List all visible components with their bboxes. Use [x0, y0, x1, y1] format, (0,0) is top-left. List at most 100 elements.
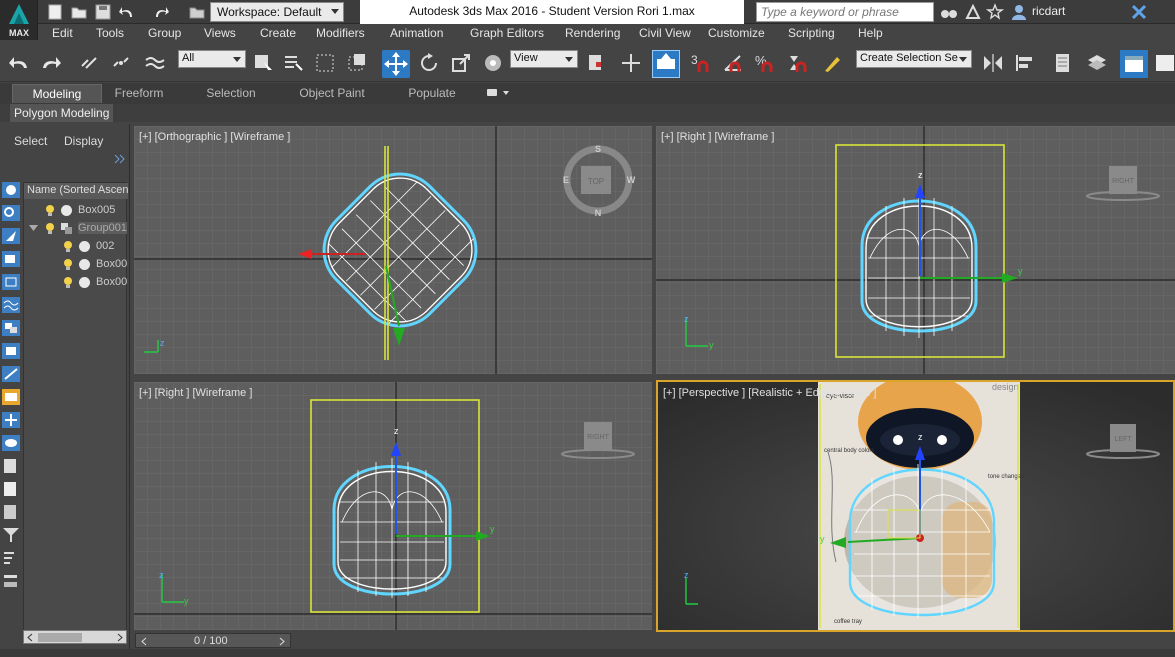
- selection-filter-dropdown[interactable]: All: [178, 50, 246, 68]
- tab-object-paint[interactable]: Object Paint: [290, 84, 374, 103]
- invert-display-icon[interactable]: [2, 504, 20, 520]
- new-file-icon[interactable]: [46, 3, 64, 21]
- list-item[interactable]: Box005: [24, 202, 126, 219]
- toggle-ribbon-button[interactable]: [1120, 50, 1148, 78]
- menu-views[interactable]: Views: [204, 26, 236, 40]
- search-input[interactable]: Type a keyword or phrase: [756, 2, 934, 22]
- menu-edit[interactable]: Edit: [52, 26, 73, 40]
- select-and-link-icon[interactable]: [78, 52, 100, 74]
- menu-help[interactable]: Help: [858, 26, 883, 40]
- visibility-lightbulb-icon[interactable]: [44, 204, 56, 217]
- tab-populate[interactable]: Populate: [396, 84, 468, 103]
- open-folder-icon[interactable]: [70, 3, 88, 21]
- menu-create[interactable]: Create: [260, 26, 296, 40]
- align-icon[interactable]: [1014, 52, 1036, 74]
- select-object-icon[interactable]: [252, 52, 274, 74]
- next-frame-icon[interactable]: [279, 637, 286, 646]
- display-bones-icon[interactable]: [2, 366, 20, 382]
- select-and-rotate-icon[interactable]: [418, 52, 440, 74]
- visibility-lightbulb-icon[interactable]: [62, 258, 74, 271]
- menu-rendering[interactable]: Rendering: [565, 26, 620, 40]
- list-item[interactable]: Group001: [24, 220, 127, 237]
- workspace-dropdown[interactable]: Workspace: Default: [210, 2, 344, 22]
- collapse-triangle-icon[interactable]: [29, 225, 38, 232]
- explorer-menu-display[interactable]: Display: [64, 134, 103, 148]
- display-cameras-icon[interactable]: [2, 251, 20, 267]
- display-all-icon[interactable]: [2, 458, 20, 474]
- window-crossing-icon[interactable]: [346, 52, 368, 74]
- perspective-viewport[interactable]: eye-visor central body colors tone chang…: [656, 380, 1175, 632]
- snaps-toggle-icon[interactable]: 3: [690, 52, 712, 74]
- app-menu-button[interactable]: MAX: [0, 0, 38, 40]
- polygon-modeling-panel-button[interactable]: Polygon Modeling: [10, 104, 114, 122]
- mirror-icon[interactable]: [982, 52, 1004, 74]
- visibility-lightbulb-icon[interactable]: [44, 222, 56, 235]
- communication-center-icon[interactable]: [964, 3, 982, 21]
- time-slider[interactable]: 0 / 100: [135, 632, 1175, 649]
- scroll-right-icon[interactable]: [116, 633, 124, 642]
- exchange-apps-icon[interactable]: [1130, 3, 1148, 21]
- scroll-left-icon[interactable]: [26, 633, 34, 642]
- curve-editor-icon[interactable]: [1154, 52, 1175, 74]
- menu-modifiers[interactable]: Modifiers: [316, 26, 365, 40]
- list-item[interactable]: 002: [24, 238, 126, 255]
- previous-frame-icon[interactable]: [140, 637, 147, 646]
- rectangular-selection-region-icon[interactable]: [314, 52, 336, 74]
- display-groups-icon[interactable]: [2, 320, 20, 336]
- project-folder-icon[interactable]: [188, 3, 206, 21]
- unlink-selection-icon[interactable]: [110, 52, 132, 74]
- spinner-snap-toggle-icon[interactable]: [786, 52, 808, 74]
- tab-selection[interactable]: Selection: [196, 84, 266, 103]
- select-dependents-icon[interactable]: [2, 573, 20, 589]
- select-and-move-button[interactable]: [382, 50, 410, 78]
- undo-icon[interactable]: [8, 52, 30, 74]
- display-none-icon[interactable]: [2, 481, 20, 497]
- angle-snap-toggle-icon[interactable]: [722, 52, 744, 74]
- display-helpers-icon[interactable]: [2, 274, 20, 290]
- pivot-point-center-icon[interactable]: [586, 52, 608, 74]
- find-case-sensitive-icon[interactable]: [2, 550, 20, 566]
- menu-graph-editors[interactable]: Graph Editors: [470, 26, 544, 40]
- menu-customize[interactable]: Customize: [708, 26, 765, 40]
- toggle-scene-explorer-icon[interactable]: [1052, 52, 1074, 74]
- time-slider-thumb[interactable]: 0 / 100: [135, 633, 291, 648]
- viewport-label-orthographic[interactable]: [+] [Orthographic ] [Wireframe ]: [139, 131, 290, 143]
- keyboard-shortcut-override-toggle[interactable]: [652, 50, 680, 78]
- ribbon-options-icon[interactable]: [486, 87, 512, 99]
- track-bar[interactable]: [0, 649, 1175, 657]
- tab-modeling[interactable]: Modeling: [12, 84, 102, 103]
- menu-animation[interactable]: Animation: [390, 26, 443, 40]
- save-icon[interactable]: [94, 3, 112, 21]
- display-frozen-icon[interactable]: [2, 412, 20, 428]
- orthographic-viewport[interactable]: TOP S N W E z [+] [Orthographic ] [Wiref…: [134, 126, 652, 374]
- viewport-label-right-bottom[interactable]: [+] [Right ] [Wireframe ]: [139, 387, 252, 399]
- visibility-lightbulb-icon[interactable]: [62, 240, 74, 253]
- display-space-warps-icon[interactable]: [2, 297, 20, 313]
- redo-icon[interactable]: [152, 3, 170, 21]
- viewport-label-perspective[interactable]: [+] [Perspective ] [Realistic + Edged Fa…: [663, 387, 876, 399]
- binoculars-icon[interactable]: [940, 3, 958, 21]
- user-icon[interactable]: [1010, 3, 1028, 21]
- percent-snap-toggle-icon[interactable]: %: [754, 52, 776, 74]
- menu-group[interactable]: Group: [148, 26, 181, 40]
- bind-to-space-warp-icon[interactable]: [144, 52, 166, 74]
- undo-icon[interactable]: [118, 3, 136, 21]
- scrollbar-thumb[interactable]: [38, 633, 82, 642]
- select-and-scale-icon[interactable]: [450, 52, 472, 74]
- display-object-xrefs-icon[interactable]: [2, 343, 20, 359]
- right-viewport-bottom[interactable]: z y RIGHT z y [+] [Right ] [Wireframe ]: [134, 382, 652, 630]
- username-label[interactable]: ricdart: [1032, 4, 1065, 18]
- reference-coordinate-dropdown[interactable]: View: [510, 50, 578, 68]
- redo-icon[interactable]: [40, 52, 62, 74]
- expand-double-chevron-icon[interactable]: [114, 154, 126, 164]
- visibility-lightbulb-icon[interactable]: [62, 276, 74, 289]
- viewport-label-right-top[interactable]: [+] [Right ] [Wireframe ]: [661, 131, 774, 143]
- menu-civil-view[interactable]: Civil View: [639, 26, 691, 40]
- select-and-place-icon[interactable]: [482, 52, 504, 74]
- list-item[interactable]: Box00: [24, 256, 127, 273]
- display-hidden-icon[interactable]: [2, 435, 20, 451]
- filter-funnel-icon[interactable]: [2, 527, 20, 543]
- toggle-layer-explorer-icon[interactable]: [1086, 52, 1108, 74]
- right-viewport-top[interactable]: z y RIGHT z y [+] [Right ] [Wireframe ]: [656, 126, 1175, 374]
- edit-named-selection-sets-icon[interactable]: [822, 52, 844, 74]
